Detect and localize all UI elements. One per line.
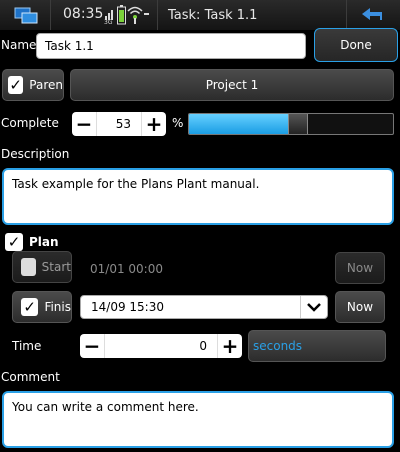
complete-value: 53: [96, 112, 142, 136]
slider-handle[interactable]: [288, 114, 309, 134]
finish-label: Finis: [44, 300, 71, 314]
empty-checkbox-icon: [21, 258, 36, 276]
done-button[interactable]: Done: [314, 28, 398, 62]
name-value: Task 1.1: [45, 39, 94, 53]
comment-value: You can write a comment here.: [12, 400, 199, 414]
checkmark-icon: ✓: [8, 76, 24, 94]
start-now-button[interactable]: Now: [335, 252, 385, 284]
chevron-down-icon[interactable]: [300, 296, 327, 318]
complete-stepper[interactable]: − 53 +: [72, 112, 166, 136]
description-label: Description: [1, 147, 70, 161]
comment-label: Comment: [1, 370, 60, 384]
finish-value: 14/09 15:30: [91, 300, 164, 314]
name-label: Name: [1, 38, 37, 52]
minus-icon[interactable]: −: [72, 112, 96, 136]
start-label: Start: [41, 260, 71, 274]
time-value: 0: [104, 334, 218, 358]
time-stepper[interactable]: − 0 +: [80, 334, 242, 358]
complete-label: Complete: [1, 116, 59, 130]
back-arrow-icon[interactable]: [360, 6, 384, 24]
checkmark-icon: ✓: [21, 298, 39, 316]
plus-icon[interactable]: +: [142, 112, 166, 136]
parent-project-button[interactable]: Project 1: [70, 69, 394, 101]
parent-check-label: Paren: [29, 78, 63, 92]
finish-checkbox[interactable]: ✓ Finis: [12, 291, 72, 323]
time-unit-label: seconds: [253, 339, 303, 353]
complete-slider-fill: [189, 114, 298, 134]
complete-slider[interactable]: [188, 113, 394, 135]
plan-label: Plan: [29, 235, 59, 249]
plan-checkbox[interactable]: ✓: [5, 233, 23, 251]
comment-textarea[interactable]: You can write a comment here.: [2, 391, 394, 448]
finish-now-button[interactable]: Now: [335, 291, 385, 323]
network-type-label: 3G: [104, 19, 113, 26]
task-switcher-icon[interactable]: [14, 7, 40, 25]
window-title: Task: Task 1.1: [168, 8, 258, 23]
start-value: 01/01 00:00: [90, 262, 163, 276]
plus-icon[interactable]: +: [218, 334, 242, 358]
wifi-icon: [127, 5, 143, 25]
clock: 08:35: [63, 6, 104, 22]
minus-icon[interactable]: −: [80, 334, 104, 358]
start-checkbox[interactable]: Start: [12, 251, 72, 283]
parent-checkbox[interactable]: ✓ Paren: [2, 69, 64, 101]
complete-unit: %: [172, 116, 184, 130]
name-input[interactable]: Task 1.1: [36, 33, 306, 59]
finish-date-select[interactable]: 14/09 15:30: [80, 295, 328, 319]
description-value: Task example for the Plans Plant manual.: [12, 177, 260, 191]
battery-icon: [117, 5, 126, 25]
time-label: Time: [12, 339, 42, 353]
time-unit-button[interactable]: seconds: [248, 330, 386, 362]
description-textarea[interactable]: Task example for the Plans Plant manual.: [2, 168, 394, 225]
signal-dash-icon: [144, 13, 149, 15]
